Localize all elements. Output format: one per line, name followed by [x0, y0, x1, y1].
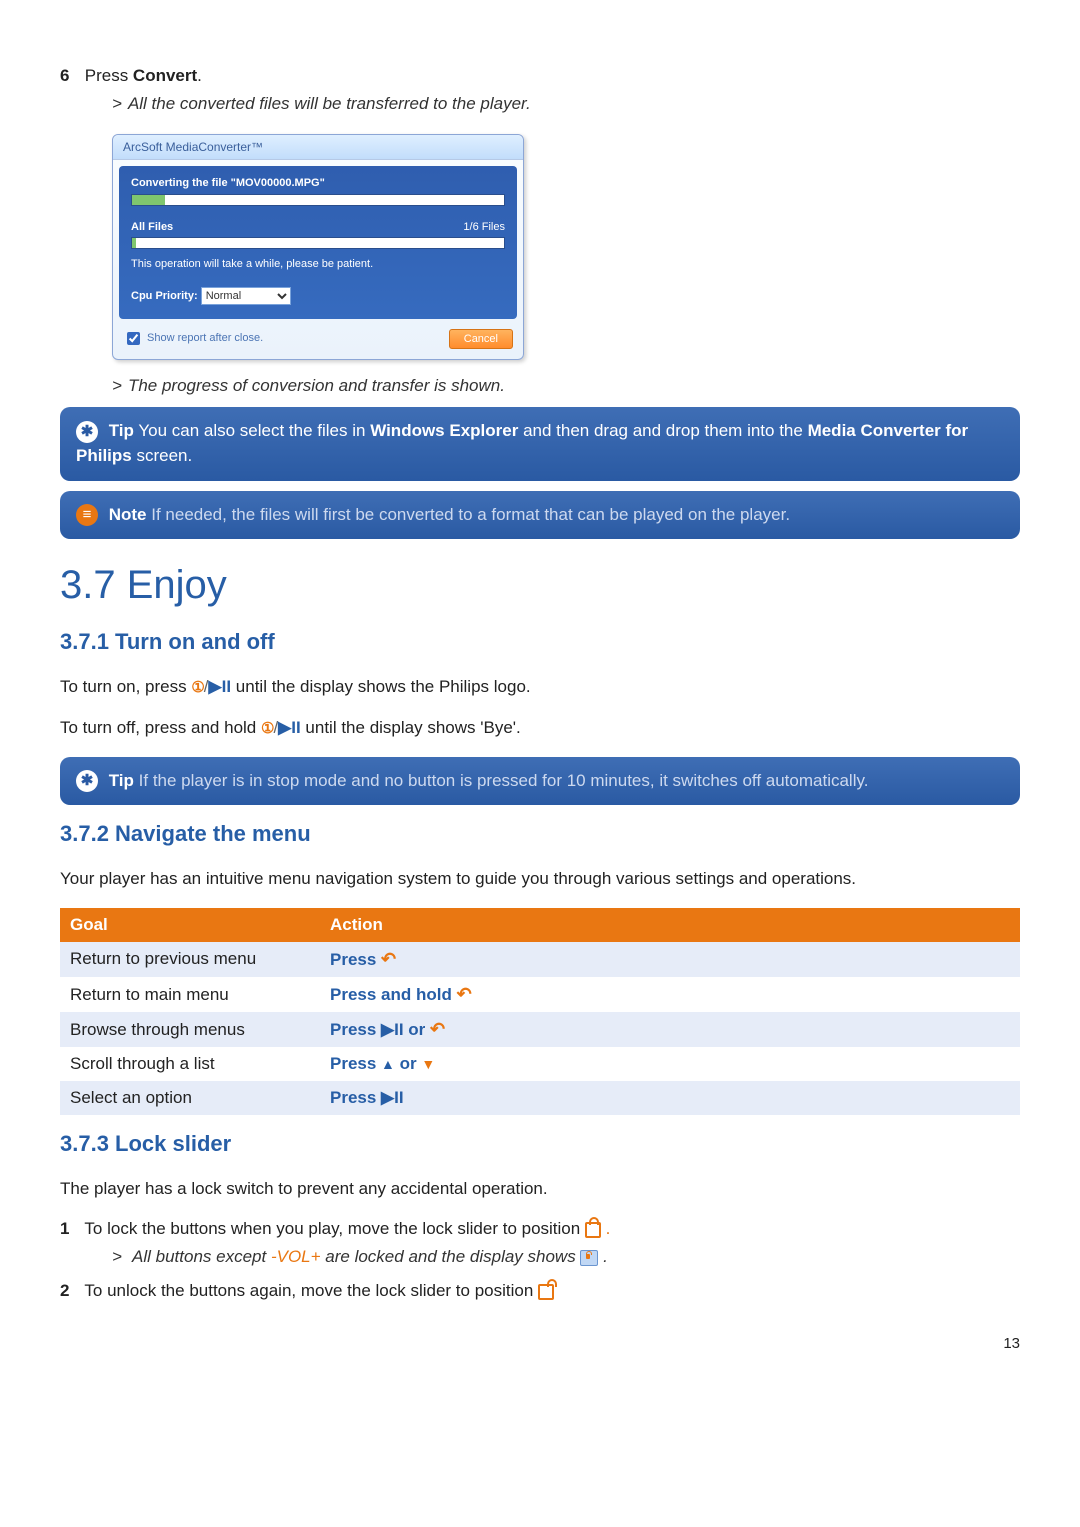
- step-text: Press Convert.: [85, 66, 202, 85]
- heading-enjoy: 3.7 Enjoy: [60, 557, 1020, 613]
- down-icon: ▼: [421, 1056, 435, 1072]
- back-icon: ↶: [457, 984, 472, 1004]
- table-row: Browse through menus Press ▶II or ↶: [60, 1012, 1020, 1047]
- tip-icon: ✱: [76, 421, 98, 443]
- heading-navigate-menu: 3.7.2 Navigate the menu: [60, 819, 1020, 850]
- all-files-progress-pct: 1%: [131, 239, 505, 253]
- lock-step-1: 1 To lock the buttons when you play, mov…: [60, 1217, 1020, 1241]
- table-row: Select an option Press ▶II: [60, 1081, 1020, 1115]
- page-number: 13: [60, 1333, 1020, 1354]
- tip-auto-off: ✱ Tip If the player is in stop mode and …: [60, 757, 1020, 806]
- cpu-priority-row: Cpu Priority: Normal: [131, 287, 505, 305]
- up-icon: ▲: [381, 1056, 395, 1072]
- navigation-table: Goal Action Return to previous menu Pres…: [60, 908, 1020, 1115]
- lock-step-1-result: > All buttons except -VOL+ are locked an…: [112, 1245, 1020, 1269]
- file-progress-pct: 9%: [131, 196, 505, 210]
- turn-on-text: To turn on, press ①/▶II until the displa…: [60, 675, 1020, 699]
- lock-intro: The player has a lock switch to prevent …: [60, 1177, 1020, 1201]
- turn-off-text: To turn off, press and hold ①/▶II until …: [60, 716, 1020, 740]
- play-pause-icon: ▶II: [381, 1088, 404, 1107]
- lock-step-2: 2 To unlock the buttons again, move the …: [60, 1279, 1020, 1303]
- table-row: Return to previous menu Press ↶: [60, 942, 1020, 977]
- power-icon: ①: [261, 720, 273, 737]
- cancel-button[interactable]: Cancel: [449, 329, 513, 349]
- th-goal: Goal: [60, 908, 320, 942]
- step-6: 6 Press Convert.: [60, 64, 1020, 88]
- progress-shown-line: >The progress of conversion and transfer…: [112, 374, 1020, 398]
- nav-intro: Your player has an intuitive menu naviga…: [60, 867, 1020, 891]
- step-6-result: >All the converted files will be transfe…: [112, 92, 1020, 116]
- note-convert-format: ≡ Note If needed, the files will first b…: [60, 491, 1020, 540]
- converter-dialog: ArcSoft MediaConverter™ Converting the f…: [112, 134, 524, 360]
- screen-lock-icon: [580, 1250, 598, 1266]
- all-files-label: All Files: [131, 220, 173, 235]
- play-pause-icon: ▶II: [278, 718, 301, 737]
- heading-lock-slider: 3.7.3 Lock slider: [60, 1129, 1020, 1160]
- heading-turn-on-off: 3.7.1 Turn on and off: [60, 627, 1020, 658]
- lock-closed-icon: [585, 1222, 601, 1238]
- show-report-checkbox[interactable]: Show report after close.: [123, 329, 263, 348]
- dialog-title: ArcSoft MediaConverter™: [113, 135, 523, 161]
- play-pause-icon: ▶II: [209, 677, 232, 696]
- th-action: Action: [320, 908, 1020, 942]
- files-count: 1/6 Files: [463, 220, 505, 235]
- back-icon: ↶: [430, 1019, 445, 1039]
- back-icon: ↶: [381, 949, 396, 969]
- power-icon: ①: [191, 679, 203, 696]
- step-number: 6: [60, 64, 80, 88]
- converting-file-label: Converting the file "MOV00000.MPG": [131, 176, 505, 191]
- note-icon: ≡: [76, 504, 98, 526]
- lock-open-icon: [538, 1284, 554, 1300]
- table-row: Return to main menu Press and hold ↶: [60, 977, 1020, 1012]
- tip-drag-drop: ✱ Tip You can also select the files in W…: [60, 407, 1020, 480]
- patience-text: This operation will take a while, please…: [131, 257, 505, 272]
- table-row: Scroll through a list Press ▲ or ▼: [60, 1047, 1020, 1081]
- tip-icon: ✱: [76, 770, 98, 792]
- cpu-priority-select[interactable]: Normal: [201, 287, 291, 305]
- play-pause-icon: ▶II: [381, 1020, 404, 1039]
